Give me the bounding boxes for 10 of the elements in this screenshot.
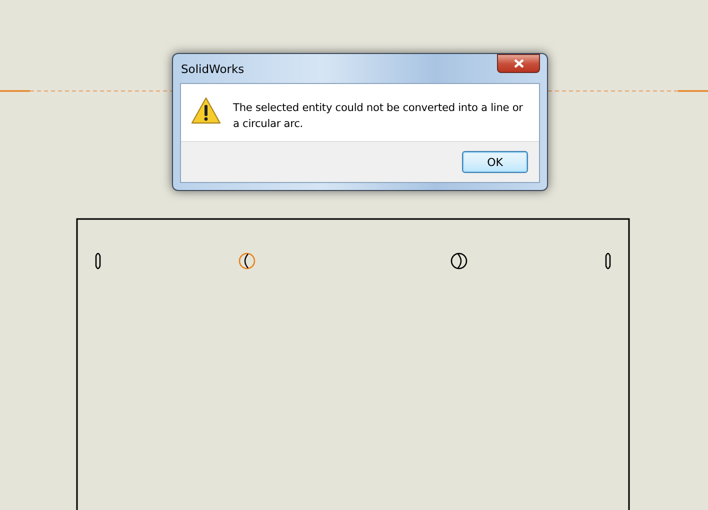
slot-entity[interactable]	[605, 252, 611, 270]
slot-entity[interactable]	[95, 252, 101, 270]
ok-button[interactable]: OK	[462, 151, 528, 173]
circle-entity[interactable]	[238, 252, 256, 270]
close-icon	[514, 59, 524, 68]
window-title: SolidWorks	[180, 62, 244, 76]
circle-entity[interactable]	[450, 252, 468, 270]
close-button[interactable]	[497, 54, 540, 73]
warning-icon	[191, 97, 221, 125]
error-message: The selected entity could not be converted into a line or a circular arc.	[233, 101, 524, 132]
